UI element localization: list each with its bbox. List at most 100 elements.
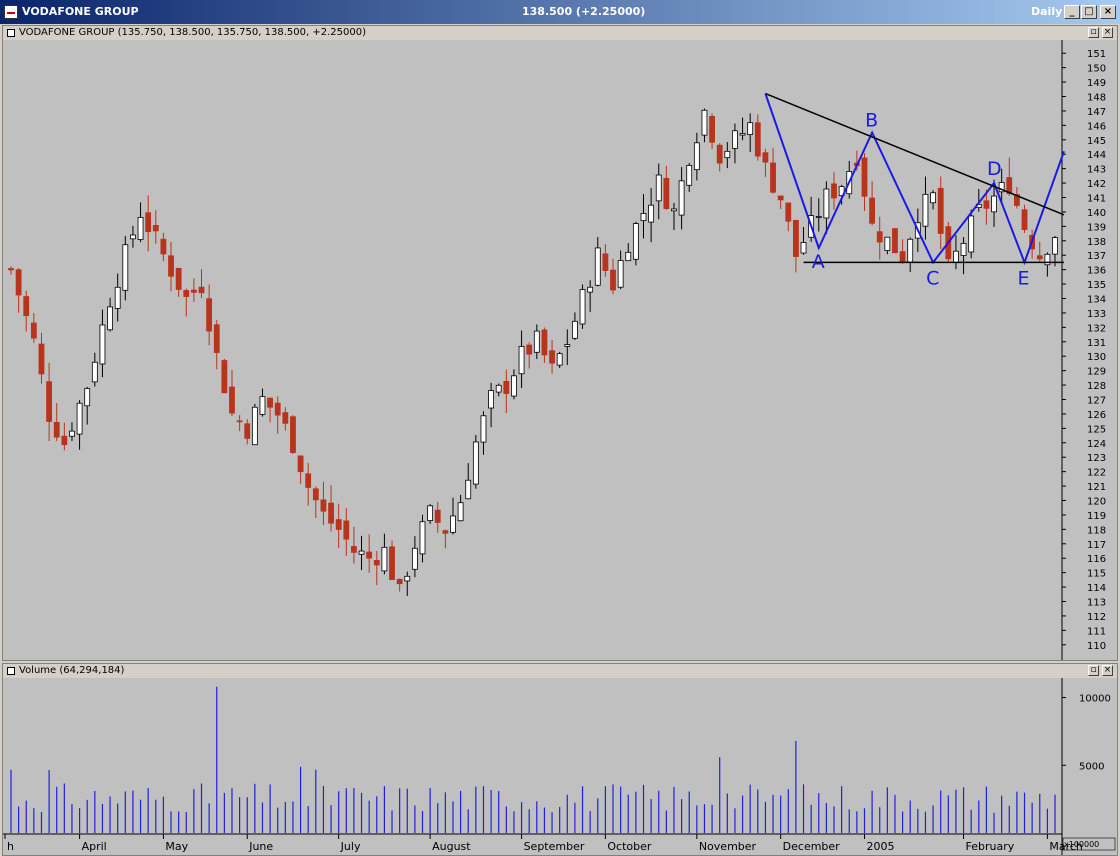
app-icon[interactable]	[4, 5, 18, 19]
candle-body	[427, 505, 434, 521]
month-label: h	[7, 840, 14, 853]
candle-body	[373, 560, 380, 566]
candle-body	[335, 519, 342, 530]
price-tick-label: 126	[1087, 410, 1106, 421]
candle-body	[732, 130, 738, 149]
candle-body	[564, 344, 571, 347]
candle-body	[244, 423, 251, 439]
candle-body	[236, 420, 243, 423]
price-tick-label: 112	[1087, 612, 1106, 623]
month-label: May	[165, 840, 188, 853]
candle-body	[290, 416, 296, 453]
volume-restore-icon[interactable]: ▫	[1088, 665, 1099, 676]
period-label: Daily	[1031, 5, 1063, 18]
candle-body	[495, 384, 502, 393]
price-tick-label: 134	[1087, 295, 1106, 306]
price-tick-label: 135	[1087, 280, 1106, 291]
price-tick-label: 138	[1087, 237, 1106, 248]
volume-chart[interactable]: 100005000x100000h April May June July August S…	[3, 678, 1117, 855]
candle-body	[259, 396, 266, 415]
volume-tick-label: 5000	[1079, 761, 1104, 772]
candle-body	[274, 402, 281, 416]
candle-body	[122, 244, 129, 291]
price-tick-label: 123	[1087, 453, 1106, 464]
price-tick-label: 121	[1087, 482, 1106, 493]
candle-body	[793, 219, 799, 257]
candle-body	[526, 344, 533, 355]
candle-body	[404, 575, 411, 582]
candle-body	[38, 343, 45, 375]
window-titlebar: VODAFONE GROUP 138.500 (+2.25000) Daily …	[0, 0, 1120, 24]
candle-body	[389, 546, 395, 580]
candle-body	[84, 388, 91, 407]
candle-body	[884, 236, 891, 251]
candle-body	[610, 269, 616, 291]
candle-body	[366, 551, 373, 559]
pane-menu-icon[interactable]	[7, 29, 15, 37]
candle-body	[190, 289, 197, 293]
candle-body	[983, 200, 990, 209]
price-pane-header: VODAFONE GROUP (135.750, 138.500, 135.75…	[3, 26, 1117, 40]
candle-body	[876, 231, 883, 243]
close-button[interactable]: ×	[1100, 5, 1116, 19]
candle-body	[724, 150, 731, 159]
candle-body	[61, 435, 68, 446]
candle-body	[396, 578, 403, 585]
maximize-button[interactable]: □	[1081, 5, 1097, 19]
candle-body	[282, 412, 289, 424]
candle-body	[472, 441, 479, 485]
candle-body	[922, 193, 929, 227]
pattern-label-b: B	[865, 110, 878, 132]
candle-body	[701, 109, 708, 136]
candle-body	[267, 397, 273, 408]
candle-body	[899, 251, 906, 262]
candle-body	[686, 165, 693, 186]
candle-body	[556, 353, 563, 366]
candle-body	[754, 122, 761, 157]
candle-body	[175, 267, 182, 290]
volume-pane[interactable]: Volume (64,294,184) ▫ × 10000 5000 x100000…	[2, 663, 1118, 856]
month-label: November	[699, 840, 757, 853]
quote-readout: 138.500 (+2.25000)	[522, 5, 646, 18]
candle-body	[640, 213, 647, 222]
minimize-button[interactable]: _	[1064, 5, 1080, 19]
month-label: August	[432, 840, 471, 853]
volume-pane-title: Volume (64,294,184)	[19, 665, 125, 676]
window-title: VODAFONE GROUP	[22, 5, 139, 18]
candle-body	[511, 375, 517, 397]
pattern-label-d: D	[987, 158, 1002, 180]
pane-restore-icon[interactable]: ▫	[1088, 27, 1099, 38]
volume-menu-icon[interactable]	[7, 667, 15, 675]
price-tick-label: 137	[1087, 251, 1106, 262]
pane-close-icon[interactable]: ×	[1102, 27, 1113, 38]
price-tick-label: 110	[1087, 641, 1106, 652]
price-tick-label: 120	[1087, 497, 1106, 508]
candle-body	[320, 499, 327, 512]
price-tick-label: 115	[1087, 569, 1106, 580]
price-tick-label: 142	[1087, 179, 1106, 190]
pattern-label-e: E	[1018, 267, 1030, 289]
price-chart[interactable]: 151 150 149 148 147 146 145 144 143 142 141 140 139 1…	[3, 40, 1117, 660]
candle-body	[549, 350, 555, 364]
price-tick-label: 128	[1087, 381, 1106, 392]
candle-body	[625, 251, 632, 262]
month-label: September	[524, 840, 585, 853]
price-pane[interactable]: VODAFONE GROUP (135.750, 138.500, 135.75…	[2, 25, 1118, 661]
price-tick-label: 144	[1087, 150, 1106, 161]
candle-body	[831, 183, 837, 199]
month-label: February	[966, 840, 1015, 853]
candle-body	[312, 488, 319, 501]
candle-body	[663, 177, 670, 209]
candle-body	[533, 330, 540, 353]
candle-body	[91, 361, 98, 383]
candle-body	[579, 289, 586, 325]
price-tick-label: 139	[1087, 222, 1106, 233]
candle-body	[480, 415, 487, 443]
volume-close-icon[interactable]: ×	[1102, 665, 1113, 676]
price-tick-label: 143	[1087, 165, 1106, 176]
price-tick-label: 129	[1087, 367, 1106, 378]
month-label: July	[340, 840, 361, 853]
price-tick-label: 127	[1087, 396, 1106, 407]
candle-body	[99, 324, 106, 365]
candle-body	[8, 268, 14, 271]
